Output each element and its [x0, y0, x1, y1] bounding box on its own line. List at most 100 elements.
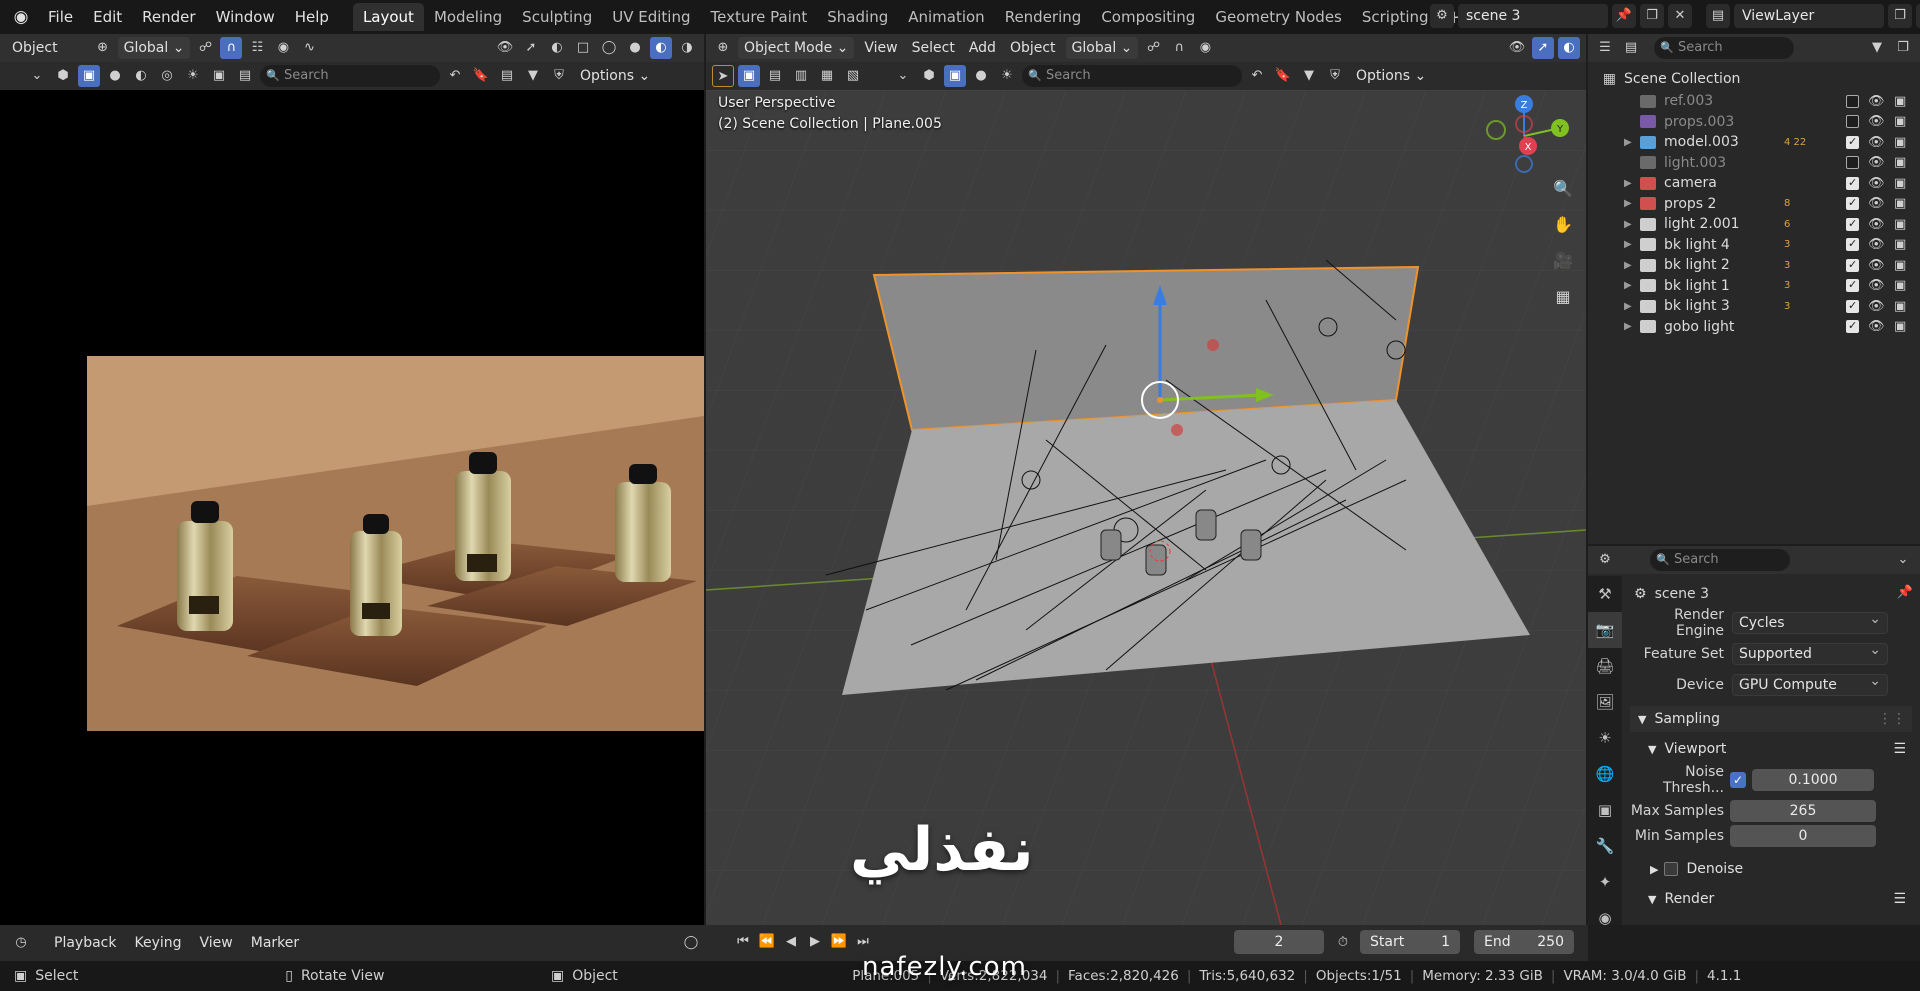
- world-tab-icon[interactable]: 🌐: [1588, 756, 1622, 792]
- bookmark-icon[interactable]: 🔖: [470, 65, 492, 87]
- filter-material-icon[interactable]: ◐: [130, 65, 152, 87]
- mode-dropdown[interactable]: Object Mode ⌄: [738, 37, 855, 59]
- render-camera-icon[interactable]: ▣: [1894, 319, 1906, 334]
- max-samples-field[interactable]: 265: [1730, 800, 1876, 822]
- outliner-row[interactable]: props.003 👁 ▣: [1588, 112, 1920, 132]
- rendered-shading-icon[interactable]: ◑: [676, 37, 698, 59]
- filter-camera-icon[interactable]: ▣: [208, 65, 230, 87]
- timeline-menu-keying[interactable]: Keying: [128, 932, 187, 954]
- vp-colorspace-icon[interactable]: ⬢: [918, 65, 940, 87]
- tab-compositing[interactable]: Compositing: [1091, 3, 1205, 31]
- select-mode-extend-icon[interactable]: ▤: [764, 65, 786, 87]
- menu-help[interactable]: Help: [285, 4, 339, 30]
- exclude-checkbox[interactable]: [1846, 217, 1859, 231]
- visibility-icon[interactable]: 👁: [494, 37, 516, 59]
- new-collection-icon[interactable]: ❐: [1892, 37, 1914, 59]
- timeline-editor-icon[interactable]: ◷: [10, 932, 32, 954]
- filter-world-icon[interactable]: ◎: [156, 65, 178, 87]
- solid-shading-icon[interactable]: ●: [624, 37, 646, 59]
- exclude-checkbox[interactable]: [1846, 299, 1859, 313]
- orientation-dropdown[interactable]: Global ⌄: [117, 37, 191, 59]
- vp-orientation-dropdown[interactable]: Global ⌄: [1065, 37, 1139, 59]
- new-scene-icon[interactable]: ❐: [1640, 4, 1664, 28]
- tab-uv-editing[interactable]: UV Editing: [602, 3, 700, 31]
- options-dropdown[interactable]: Options ⌄: [574, 65, 656, 87]
- navigation-gizmo[interactable]: Z Y X: [1474, 94, 1574, 178]
- noise-threshold-field[interactable]: 0.1000: [1752, 769, 1874, 791]
- render-camera-icon[interactable]: ▣: [1894, 217, 1906, 232]
- outliner-row[interactable]: light.003 👁 ▣: [1588, 153, 1920, 173]
- eye-icon[interactable]: 👁: [1868, 114, 1885, 129]
- eye-icon[interactable]: 👁: [1868, 196, 1885, 211]
- outliner-row[interactable]: ▶ bk light 2 3 👁 ▣: [1588, 255, 1920, 275]
- exclude-checkbox[interactable]: [1846, 319, 1859, 333]
- shield-icon[interactable]: ⛨: [548, 65, 570, 87]
- scene-name-field[interactable]: scene 3: [1458, 4, 1608, 28]
- expand-arrow-icon[interactable]: ▶: [1624, 219, 1632, 230]
- left-search-input[interactable]: Search: [260, 65, 440, 87]
- filter-sphere-icon[interactable]: ●: [104, 65, 126, 87]
- vp-search-input[interactable]: Search: [1022, 65, 1242, 87]
- render-tab-icon[interactable]: 📷: [1588, 612, 1622, 648]
- outliner-row[interactable]: ▶ light 2.001 6 👁 ▣: [1588, 214, 1920, 234]
- render-camera-icon[interactable]: ▣: [1894, 94, 1906, 109]
- exclude-checkbox[interactable]: [1846, 156, 1859, 169]
- pivot-icon[interactable]: ☍: [194, 37, 216, 59]
- eye-icon[interactable]: 👁: [1868, 217, 1885, 232]
- render-camera-icon[interactable]: ▣: [1894, 237, 1906, 252]
- pan-hand-icon[interactable]: ✋: [1548, 210, 1578, 240]
- view-layer-tab-icon[interactable]: 🖼: [1588, 684, 1622, 720]
- filter-light-icon[interactable]: ☀: [182, 65, 204, 87]
- menu-window[interactable]: Window: [206, 4, 285, 30]
- play-reverse-icon[interactable]: ◀: [780, 931, 802, 953]
- close-icon[interactable]: ✕: [1668, 4, 1692, 28]
- view-layer-field[interactable]: ViewLayer: [1734, 4, 1884, 28]
- eye-icon[interactable]: 👁: [1868, 135, 1885, 150]
- timeline-menu-playback[interactable]: Playback: [48, 932, 122, 954]
- object-tab-icon[interactable]: ▣: [1588, 792, 1622, 828]
- drag-handle-icon[interactable]: ⋮⋮: [1878, 711, 1906, 727]
- select-mode-intersect-icon[interactable]: ▧: [842, 65, 864, 87]
- eye-icon[interactable]: 👁: [1868, 319, 1885, 334]
- output-tab-icon[interactable]: 🖨: [1588, 648, 1622, 684]
- filter-image-icon[interactable]: ▤: [234, 65, 256, 87]
- sampling-panel-header[interactable]: ▼ Sampling ⋮⋮: [1630, 706, 1912, 732]
- vp-filter-box-icon[interactable]: ▣: [944, 65, 966, 87]
- chevron-down-icon[interactable]: ⌄: [26, 65, 48, 87]
- vp-overlay-icon[interactable]: ◐: [1558, 37, 1580, 59]
- properties-editor-icon[interactable]: ⚙: [1594, 549, 1616, 571]
- viewport-menu-select[interactable]: Select: [906, 37, 961, 59]
- menu-edit[interactable]: Edit: [83, 4, 132, 30]
- expand-arrow-icon[interactable]: ▶: [1624, 301, 1632, 312]
- tool-tab-icon[interactable]: ⚒: [1588, 576, 1622, 612]
- render-engine-dropdown[interactable]: Cycles: [1732, 609, 1888, 634]
- vp-chevron-icon[interactable]: ⌄: [892, 65, 914, 87]
- tab-animation[interactable]: Animation: [898, 3, 994, 31]
- object-menu[interactable]: Object: [6, 37, 64, 59]
- vp-filter-light-icon[interactable]: ☀: [996, 65, 1018, 87]
- viewport-menu-add[interactable]: Add: [963, 37, 1002, 59]
- end-frame-field[interactable]: End 250: [1474, 930, 1574, 954]
- render-camera-icon[interactable]: ▣: [1894, 155, 1906, 170]
- timeline-menu-marker[interactable]: Marker: [245, 932, 305, 954]
- outliner-filter-icon[interactable]: ▼: [1866, 37, 1888, 59]
- vp-proportional-icon[interactable]: ◉: [1194, 37, 1216, 59]
- tab-rendering[interactable]: Rendering: [995, 3, 1092, 31]
- scene-icon[interactable]: ⚙: [1430, 4, 1454, 28]
- scene-collection-row[interactable]: ▦ Scene Collection: [1588, 66, 1920, 91]
- outliner-display-icon[interactable]: ▤: [1620, 37, 1642, 59]
- viewlayer-icon[interactable]: ▤: [1706, 4, 1730, 28]
- blender-logo-icon[interactable]: ◉: [10, 6, 32, 28]
- vp-filter-sphere-icon[interactable]: ●: [970, 65, 992, 87]
- properties-search-input[interactable]: Search: [1650, 549, 1790, 571]
- select-mode-new-icon[interactable]: ▣: [738, 65, 760, 87]
- 3d-viewport[interactable]: User Perspective (2) Scene Collection | …: [706, 90, 1586, 925]
- render-camera-icon[interactable]: ▣: [1894, 258, 1906, 273]
- menu-file[interactable]: File: [38, 4, 83, 30]
- snap-icon[interactable]: ∩: [220, 37, 243, 59]
- current-frame-field[interactable]: 2: [1234, 930, 1324, 954]
- render-subpanel-header[interactable]: ▼ Render ☰: [1642, 886, 1912, 912]
- tab-geometry-nodes[interactable]: Geometry Nodes: [1205, 3, 1352, 31]
- tab-shading[interactable]: Shading: [817, 3, 898, 31]
- exclude-checkbox[interactable]: [1846, 135, 1859, 149]
